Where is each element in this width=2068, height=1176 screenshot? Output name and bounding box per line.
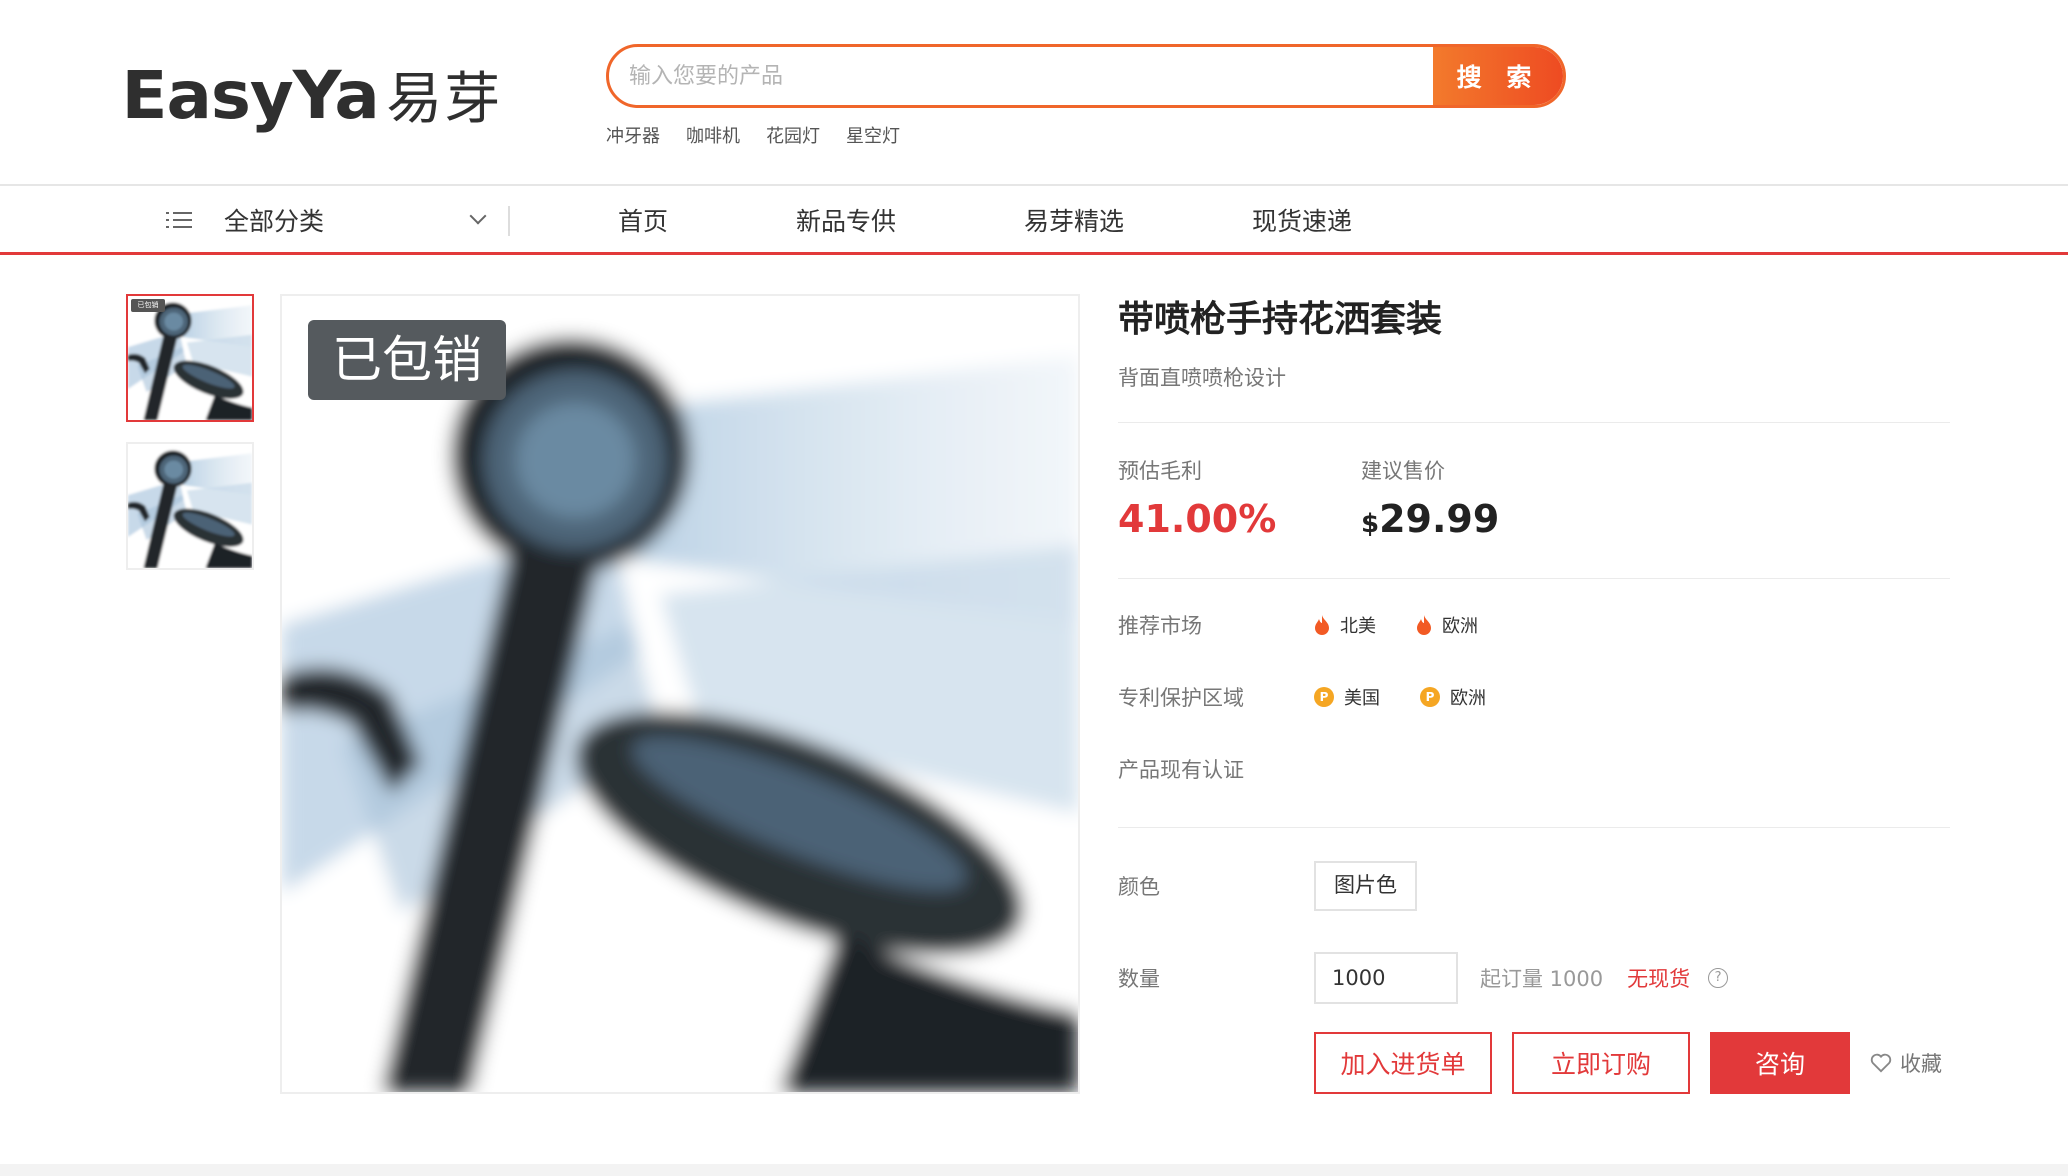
shower-head-image — [282, 296, 1078, 1092]
fire-icon — [1315, 615, 1329, 635]
quantity-input[interactable] — [1314, 952, 1458, 1004]
hot-search-words: 冲牙器 咖啡机 花园灯 星空灯 — [606, 122, 900, 148]
market-name: 欧洲 — [1442, 616, 1478, 637]
list-menu-icon — [166, 210, 192, 230]
product-title: 带喷枪手持花洒套装 — [1118, 299, 1443, 340]
patent-region: 欧洲 — [1450, 688, 1486, 709]
hot-word-link[interactable]: 冲牙器 — [606, 122, 660, 148]
market-tag: 北美 — [1314, 612, 1376, 638]
quantity-row: 数量 起订量 1000 无现货 ? — [1118, 932, 1950, 1024]
nav-item-easyya-picks[interactable]: 易芽精选 — [1024, 202, 1124, 238]
all-categories-dropdown[interactable]: 全部分类 — [160, 186, 490, 254]
certification-row: 产品现有认证 — [1118, 733, 1950, 805]
price-label: 建议售价 — [1361, 459, 1445, 483]
heart-icon — [1870, 1053, 1892, 1073]
market-label: 推荐市场 — [1118, 614, 1202, 638]
main-product-image[interactable]: 已包销 — [280, 294, 1080, 1094]
help-icon[interactable]: ? — [1708, 968, 1729, 988]
patent-icon: P — [1314, 687, 1334, 707]
patent-icon: P — [1420, 687, 1440, 707]
market-row: 推荐市场 北美 欧洲 — [1118, 589, 1950, 661]
logo[interactable]: EasyYa 易芽 — [121, 54, 503, 135]
quantity-label: 数量 — [1118, 967, 1160, 991]
price-block: 建议售价 $29.99 — [1361, 455, 1604, 578]
color-row: 颜色 图片色 — [1118, 840, 1950, 932]
footer-band — [0, 1164, 2068, 1176]
order-now-button[interactable]: 立即订购 — [1512, 1032, 1690, 1094]
thumbnail-sold-badge: 已包销 — [131, 299, 165, 312]
product-info: 带喷枪手持花洒套装 背面直喷喷枪设计 预估毛利 41.00% 建议售价 $29.… — [1118, 294, 1950, 1094]
moq-text: 起订量 1000 — [1480, 967, 1604, 991]
nav-item-in-stock[interactable]: 现货速递 — [1252, 202, 1352, 238]
consult-button[interactable]: 咨询 — [1710, 1032, 1850, 1094]
price-amount: 29.99 — [1379, 497, 1500, 541]
patent-row: 专利保护区域 P 美国 P 欧洲 — [1118, 661, 1950, 733]
patent-tag: P 欧洲 — [1420, 684, 1486, 710]
search-bar: 搜 索 — [606, 44, 1566, 108]
hot-word-link[interactable]: 花园灯 — [766, 122, 820, 148]
market-name: 北美 — [1340, 616, 1376, 637]
product-thumbnail[interactable] — [126, 442, 254, 570]
color-label: 颜色 — [1118, 875, 1160, 899]
price-section: 预估毛利 41.00% 建议售价 $29.99 — [1118, 423, 1950, 578]
patent-tag: P 美国 — [1314, 684, 1380, 710]
fire-icon — [1417, 615, 1431, 635]
nav-items: 首页 新品专供 易芽精选 现货速递 — [618, 186, 1480, 254]
nav-item-new-exclusive[interactable]: 新品专供 — [796, 202, 896, 238]
nav-separator — [508, 206, 510, 236]
site-header: EasyYa 易芽 搜 索 冲牙器 咖啡机 花园灯 星空灯 — [0, 0, 2068, 185]
hot-word-link[interactable]: 咖啡机 — [686, 122, 740, 148]
main-nav: 全部分类 首页 新品专供 易芽精选 现货速递 — [0, 186, 2068, 254]
certification-label: 产品现有认证 — [1118, 758, 1244, 782]
favorite-label: 收藏 — [1900, 1052, 1942, 1076]
favorite-button[interactable]: 收藏 — [1870, 1048, 1942, 1078]
shower-head-image — [128, 296, 252, 420]
product-thumbnail[interactable]: 已包销 — [126, 294, 254, 422]
logo-latin: EasyYa — [121, 57, 379, 134]
chevron-down-icon — [469, 207, 487, 225]
sold-badge: 已包销 — [308, 320, 506, 400]
product-subtitle: 背面直喷喷枪设计 — [1118, 366, 1286, 390]
patent-region: 美国 — [1344, 688, 1380, 709]
search-input[interactable] — [609, 47, 1433, 105]
stock-status: 无现货 — [1627, 967, 1691, 991]
patent-label: 专利保护区域 — [1118, 686, 1244, 710]
margin-label: 预估毛利 — [1118, 459, 1202, 483]
hot-word-link[interactable]: 星空灯 — [846, 122, 900, 148]
margin-value: 41.00% — [1118, 497, 1277, 541]
add-to-list-button[interactable]: 加入进货单 — [1314, 1032, 1492, 1094]
logo-cn: 易芽 — [386, 67, 503, 132]
market-tag: 欧洲 — [1416, 612, 1478, 638]
price-value: $29.99 — [1361, 497, 1604, 541]
action-buttons: 加入进货单 立即订购 咨询 收藏 — [1314, 1032, 1950, 1094]
nav-item-home[interactable]: 首页 — [618, 202, 668, 238]
all-categories-label: 全部分类 — [224, 207, 325, 236]
search-button[interactable]: 搜 索 — [1433, 47, 1563, 105]
shower-head-image — [128, 444, 252, 568]
currency-symbol: $ — [1361, 509, 1380, 539]
color-option-button[interactable]: 图片色 — [1314, 861, 1417, 911]
nav-accent-line — [0, 252, 2068, 255]
margin-block: 预估毛利 41.00% — [1118, 455, 1361, 578]
